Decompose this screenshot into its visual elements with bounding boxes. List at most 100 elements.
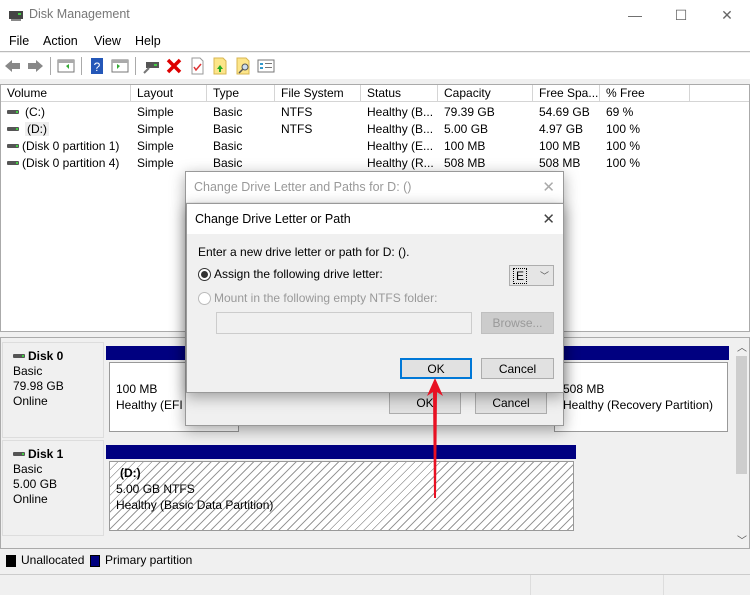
close-button[interactable]: ✕: [704, 0, 750, 30]
mount-folder-radio[interactable]: [198, 292, 211, 305]
mount-path-input[interactable]: [216, 312, 472, 334]
disk-state: Online: [13, 394, 48, 408]
layout-cell: Simple: [137, 105, 174, 119]
disk-name: Disk 1: [28, 447, 64, 461]
drive-letter-value: E: [513, 268, 528, 284]
disk-1-d-partition[interactable]: (D:) 5.00 GB NTFS Healthy (Basic Data Pa…: [109, 461, 574, 531]
dialog-prompt: Enter a new drive letter or path for D: …: [198, 245, 410, 259]
help-icon[interactable]: ?: [88, 57, 106, 75]
status-bar: [0, 574, 750, 595]
capacity-cell: 79.39 GB: [444, 105, 495, 119]
red-arrow-annotation: [427, 378, 443, 498]
toolbar: ?: [0, 53, 750, 79]
volume-cell: (Disk 0 partition 1): [7, 138, 119, 155]
scrollbar-thumb[interactable]: [736, 356, 747, 474]
menu-help[interactable]: Help: [135, 34, 161, 48]
menu-view[interactable]: View: [94, 34, 121, 48]
back-icon[interactable]: [4, 57, 22, 75]
table-row[interactable]: (Disk 0 partition 1) Simple Basic Health…: [1, 138, 749, 155]
drive-icon: [7, 109, 19, 114]
capacity-cell: 100 MB: [444, 139, 486, 153]
delete-icon[interactable]: [165, 57, 183, 75]
free-space-cell: 100 MB: [539, 139, 581, 153]
column-header-free-space[interactable]: Free Spa...: [533, 85, 600, 102]
mount-folder-label: Mount in the following empty NTFS folder…: [214, 291, 438, 305]
layout-cell: Simple: [137, 156, 174, 170]
chevron-down-icon: ﹀: [539, 271, 549, 281]
capacity-cell: 5.00 GB: [444, 122, 489, 136]
outer-cancel-button[interactable]: Cancel: [475, 392, 547, 414]
column-header-file-system[interactable]: File System: [275, 85, 361, 102]
type-cell: Basic: [213, 105, 243, 119]
show-hide-action-pane-icon[interactable]: [111, 57, 129, 75]
table-row[interactable]: (D:) Simple Basic NTFS Healthy (B... 5.0…: [1, 121, 749, 138]
capacity-cell: 508 MB: [444, 156, 486, 170]
volume-cell: (C:): [7, 104, 45, 121]
assign-drive-letter-radio[interactable]: [198, 268, 211, 281]
explore-icon[interactable]: [234, 57, 252, 75]
column-header-percent-free[interactable]: % Free: [600, 85, 690, 102]
disk-type: Basic: [13, 364, 43, 378]
volume-cell: (D:): [7, 121, 49, 138]
legend-unallocated: Unallocated: [6, 553, 84, 567]
status-cell: Healthy (E...: [367, 139, 434, 153]
percent-free-cell: 100 %: [606, 139, 641, 153]
legend-primary-partition: Primary partition: [90, 553, 192, 567]
outer-dialog-title: Change Drive Letter and Paths for D: (): [194, 180, 412, 194]
disk-type: Basic: [13, 462, 43, 476]
assign-drive-letter-label[interactable]: Assign the following drive letter:: [214, 267, 383, 281]
disk-size: 79.98 GB: [13, 379, 64, 393]
svg-text:?: ?: [94, 60, 101, 74]
free-space-cell: 54.69 GB: [539, 105, 590, 119]
disk-1-info[interactable]: Disk 1 Basic 5.00 GB Online: [2, 440, 104, 536]
disk-management-app-icon: [9, 11, 23, 21]
type-cell: Basic: [213, 122, 243, 136]
status-cell: Healthy (B...: [367, 122, 434, 136]
status-cell: Healthy (B...: [367, 105, 434, 119]
free-space-cell: 508 MB: [539, 156, 581, 170]
connect-disk-icon[interactable]: [142, 57, 160, 75]
menu-bar: File Action View Help: [0, 30, 750, 52]
cancel-button[interactable]: Cancel: [481, 358, 554, 379]
drive-letter-select[interactable]: E ﹀: [509, 265, 554, 286]
menu-file[interactable]: File: [9, 34, 29, 48]
dialog-close-icon[interactable]: ✕: [542, 210, 555, 228]
type-cell: Basic: [213, 139, 243, 153]
show-hide-console-tree-icon[interactable]: [57, 57, 75, 75]
browse-button[interactable]: Browse...: [481, 312, 554, 334]
toolbar-separator: [135, 57, 136, 75]
minimize-button[interactable]: —: [612, 0, 658, 30]
disk-0-info[interactable]: Disk 0 Basic 79.98 GB Online: [2, 342, 104, 438]
minimize-icon: —: [628, 7, 642, 23]
disk-size: 5.00 GB: [13, 477, 58, 491]
table-row[interactable]: (Disk 0 partition 4) Simple Basic Health…: [1, 155, 749, 172]
outer-dialog-close-icon[interactable]: ✕: [542, 178, 555, 196]
scroll-down-icon[interactable]: ﹀: [737, 532, 747, 547]
free-space-cell: 4.97 GB: [539, 122, 584, 136]
column-header-empty: [690, 85, 749, 102]
drive-icon: [7, 160, 19, 165]
drive-icon: [7, 126, 19, 131]
menu-action[interactable]: Action: [43, 34, 78, 48]
drive-icon: [7, 143, 19, 148]
column-header-status[interactable]: Status: [361, 85, 438, 102]
status-cell: Healthy (R...: [367, 156, 434, 170]
table-row[interactable]: (C:) Simple Basic NTFS Healthy (B... 79.…: [1, 104, 749, 121]
maximize-button[interactable]: ☐: [658, 0, 704, 30]
properties-icon[interactable]: [188, 57, 206, 75]
settings-icon[interactable]: [257, 57, 275, 75]
disk-0-recovery-partition[interactable]: 508 MB Healthy (Recovery Partition): [554, 362, 728, 432]
forward-icon[interactable]: [26, 57, 44, 75]
column-header-volume[interactable]: Volume: [1, 85, 131, 102]
percent-free-cell: 100 %: [606, 122, 641, 136]
column-header-capacity[interactable]: Capacity: [438, 85, 533, 102]
vertical-scrollbar[interactable]: ︿ ﹀: [734, 338, 749, 548]
disk-icon: [13, 451, 25, 456]
window-title: Disk Management: [29, 7, 130, 21]
scroll-up-icon[interactable]: ︿: [737, 339, 747, 354]
column-header-type[interactable]: Type: [207, 85, 275, 102]
disk-state: Online: [13, 492, 48, 506]
type-cell: Basic: [213, 156, 243, 170]
open-icon[interactable]: [211, 57, 229, 75]
column-header-layout[interactable]: Layout: [131, 85, 207, 102]
